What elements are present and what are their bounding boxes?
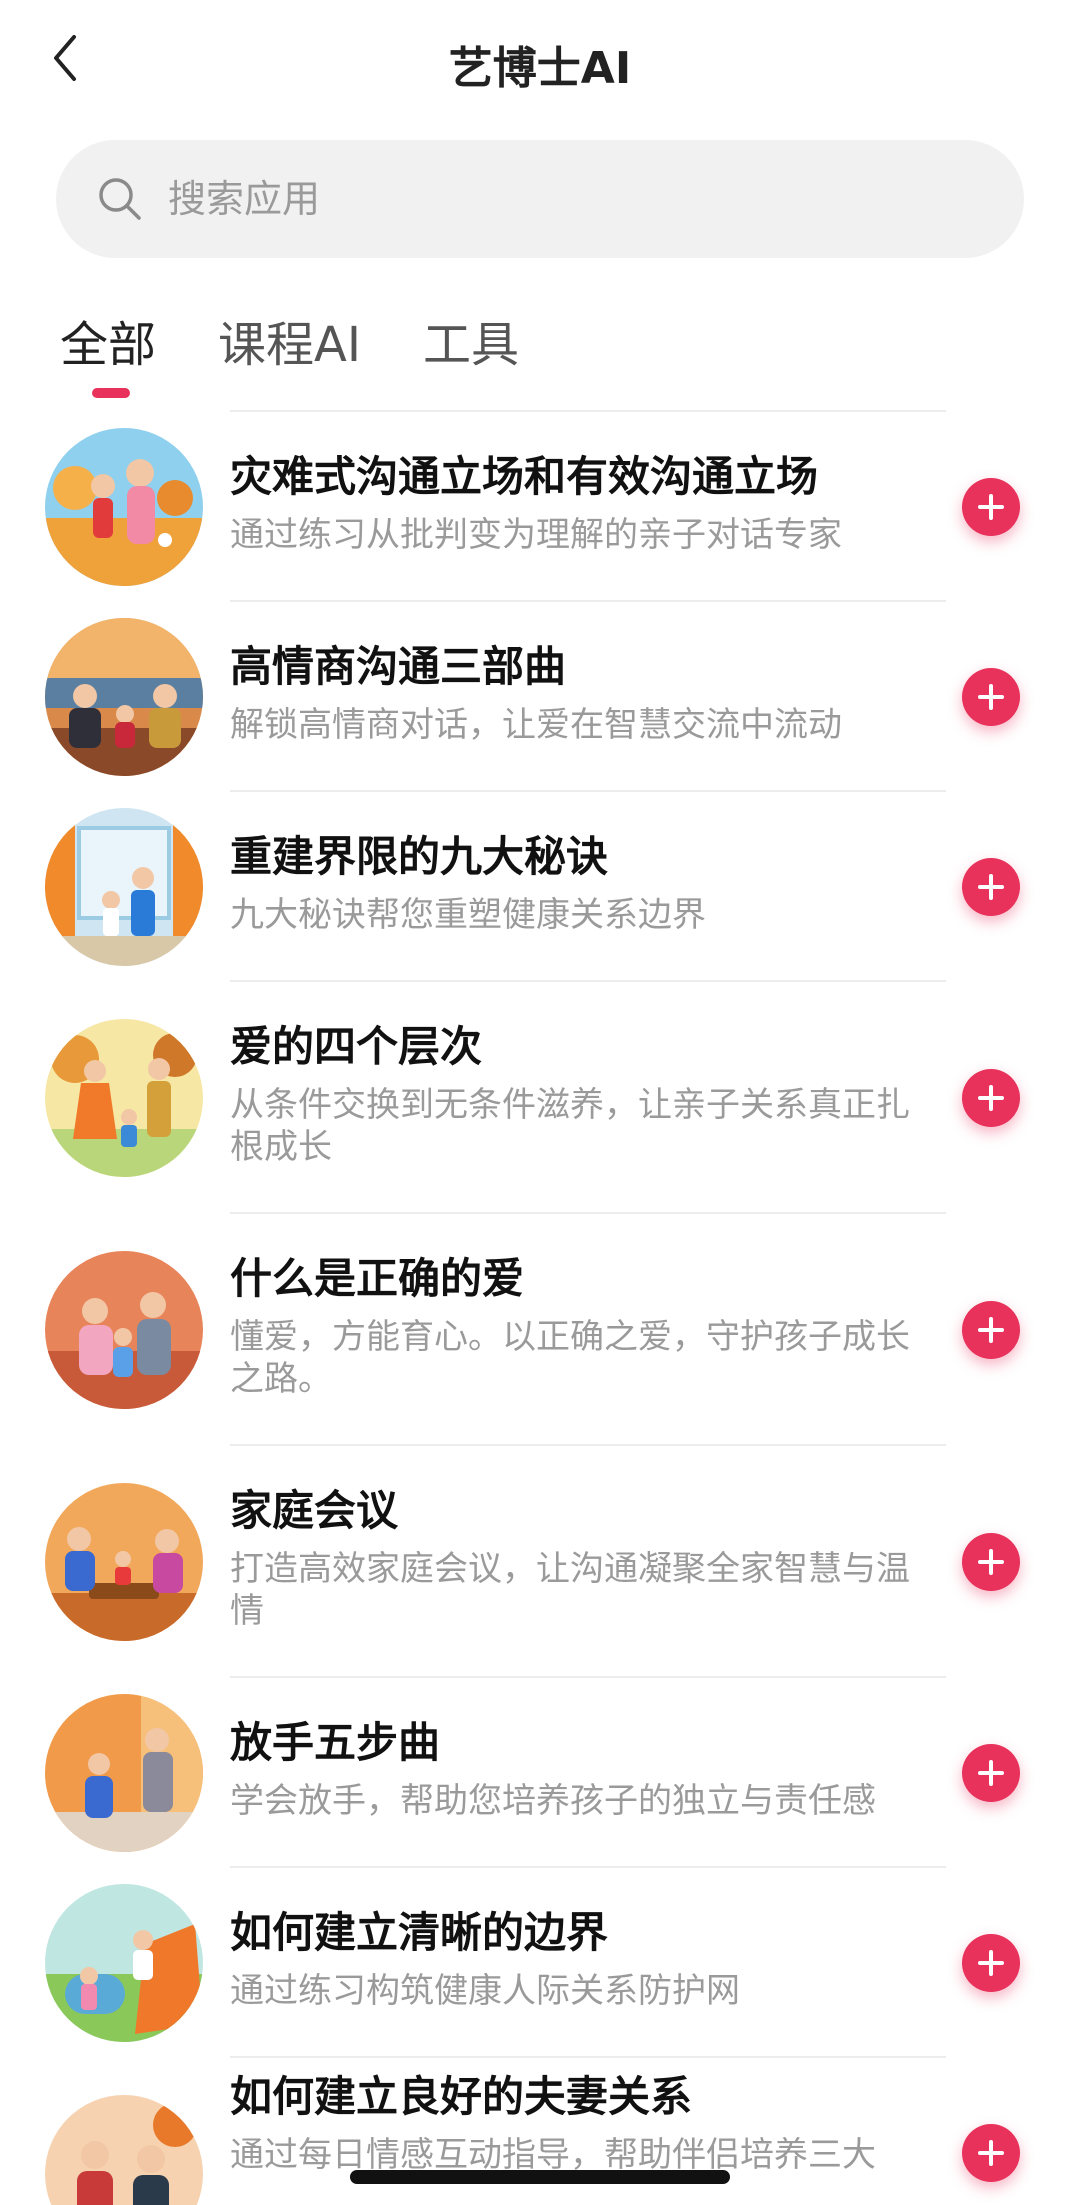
app-avatar: [45, 618, 203, 776]
item-title: 灾难式沟通立场和有效沟通立场: [230, 452, 819, 501]
header: 艺博士AI: [0, 0, 1080, 120]
item-title: 如何建立良好的夫妻关系: [230, 2072, 693, 2121]
search-bar[interactable]: [56, 140, 1024, 258]
plus-icon: [978, 684, 1004, 710]
tab-course-ai[interactable]: 课程AI: [218, 305, 361, 401]
add-button[interactable]: [962, 1301, 1020, 1359]
add-button[interactable]: [962, 1069, 1020, 1127]
item-description: 解锁高情商对话，让爱在智慧交流中流动: [230, 705, 842, 745]
search-input[interactable]: [168, 177, 868, 221]
item-description: 通过练习构筑健康人际关系防护网: [230, 1971, 740, 2011]
plus-icon: [978, 1317, 1004, 1343]
list-item[interactable]: 家庭会议 打造高效家庭会议，让沟通凝聚全家智慧与温情: [0, 1446, 1080, 1678]
item-title: 重建界限的九大秘诀: [230, 832, 609, 881]
item-text: 家庭会议 打造高效家庭会议，让沟通凝聚全家智慧与温情: [230, 1484, 930, 1632]
app-avatar: [45, 428, 203, 586]
item-text: 高情商沟通三部曲 解锁高情商对话，让爱在智慧交流中流动: [230, 640, 930, 746]
home-indicator[interactable]: [350, 2170, 730, 2184]
item-text: 灾难式沟通立场和有效沟通立场 通过练习从批判变为理解的亲子对话专家: [230, 450, 930, 556]
add-button[interactable]: [962, 1533, 1020, 1591]
active-tab-indicator: [92, 388, 130, 398]
plus-icon: [978, 874, 1004, 900]
add-button[interactable]: [962, 478, 1020, 536]
item-title: 如何建立清晰的边界: [230, 1908, 609, 1957]
app-avatar: [45, 1019, 203, 1177]
add-button[interactable]: [962, 2124, 1020, 2182]
app-avatar: [45, 2095, 203, 2205]
item-description: 九大秘诀帮您重塑健康关系边界: [230, 895, 706, 935]
app-avatar: [45, 1694, 203, 1852]
item-title: 高情商沟通三部曲: [230, 642, 567, 691]
item-title: 什么是正确的爱: [230, 1254, 525, 1303]
plus-icon: [978, 1760, 1004, 1786]
tab-tools[interactable]: 工具: [423, 305, 519, 401]
list-item[interactable]: 什么是正确的爱 懂爱，方能育心。以正确之爱，守护孩子成长之路。: [0, 1214, 1080, 1446]
list-item[interactable]: 放手五步曲 学会放手，帮助您培养孩子的独立与责任感: [0, 1678, 1080, 1868]
plus-icon: [978, 1085, 1004, 1111]
item-text: 放手五步曲 学会放手，帮助您培养孩子的独立与责任感: [230, 1716, 930, 1822]
list-item[interactable]: 重建界限的九大秘诀 九大秘诀帮您重塑健康关系边界: [0, 792, 1080, 982]
tab-bar: 全部 课程AI 工具: [60, 305, 519, 401]
item-text: 重建界限的九大秘诀 九大秘诀帮您重塑健康关系边界: [230, 830, 930, 936]
add-button[interactable]: [962, 1934, 1020, 1992]
item-text: 如何建立良好的夫妻关系 通过每日情感互动指导，帮助伴侣培养三大: [230, 2070, 930, 2176]
list-item[interactable]: 灾难式沟通立场和有效沟通立场 通过练习从批判变为理解的亲子对话专家: [0, 412, 1080, 602]
plus-icon: [978, 1950, 1004, 1976]
list-item[interactable]: 高情商沟通三部曲 解锁高情商对话，让爱在智慧交流中流动: [0, 602, 1080, 792]
app-avatar: [45, 1483, 203, 1641]
item-description: 从条件交换到无条件滋养，让亲子关系真正扎根成长: [230, 1085, 910, 1167]
add-button[interactable]: [962, 858, 1020, 916]
search-icon: [94, 173, 146, 225]
plus-icon: [978, 494, 1004, 520]
item-description: 懂爱，方能育心。以正确之爱，守护孩子成长之路。: [230, 1317, 910, 1399]
add-button[interactable]: [962, 668, 1020, 726]
add-button[interactable]: [962, 1744, 1020, 1802]
list-item[interactable]: 爱的四个层次 从条件交换到无条件滋养，让亲子关系真正扎根成长: [0, 982, 1080, 1214]
app-screen: 艺博士AI 全部 课程AI 工具: [0, 0, 1080, 2205]
item-description: 打造高效家庭会议，让沟通凝聚全家智慧与温情: [230, 1549, 910, 1631]
item-description: 学会放手，帮助您培养孩子的独立与责任感: [230, 1781, 876, 1821]
tab-all[interactable]: 全部: [60, 305, 156, 401]
plus-icon: [978, 2140, 1004, 2166]
app-avatar: [45, 808, 203, 966]
page-title: 艺博士AI: [448, 43, 632, 94]
app-avatar: [45, 1884, 203, 2042]
app-avatar: [45, 1251, 203, 1409]
item-description: 通过练习从批判变为理解的亲子对话专家: [230, 515, 842, 555]
item-text: 如何建立清晰的边界 通过练习构筑健康人际关系防护网: [230, 1906, 930, 2012]
app-list: 灾难式沟通立场和有效沟通立场 通过练习从批判变为理解的亲子对话专家 高情商沟通三…: [0, 412, 1080, 2205]
list-item[interactable]: 如何建立清晰的边界 通过练习构筑健康人际关系防护网: [0, 1868, 1080, 2058]
item-text: 爱的四个层次 从条件交换到无条件滋养，让亲子关系真正扎根成长: [230, 1020, 930, 1168]
item-title: 家庭会议: [230, 1486, 399, 1535]
item-text: 什么是正确的爱 懂爱，方能育心。以正确之爱，守护孩子成长之路。: [230, 1252, 930, 1400]
plus-icon: [978, 1549, 1004, 1575]
item-title: 爱的四个层次: [230, 1022, 483, 1071]
item-title: 放手五步曲: [230, 1718, 441, 1767]
